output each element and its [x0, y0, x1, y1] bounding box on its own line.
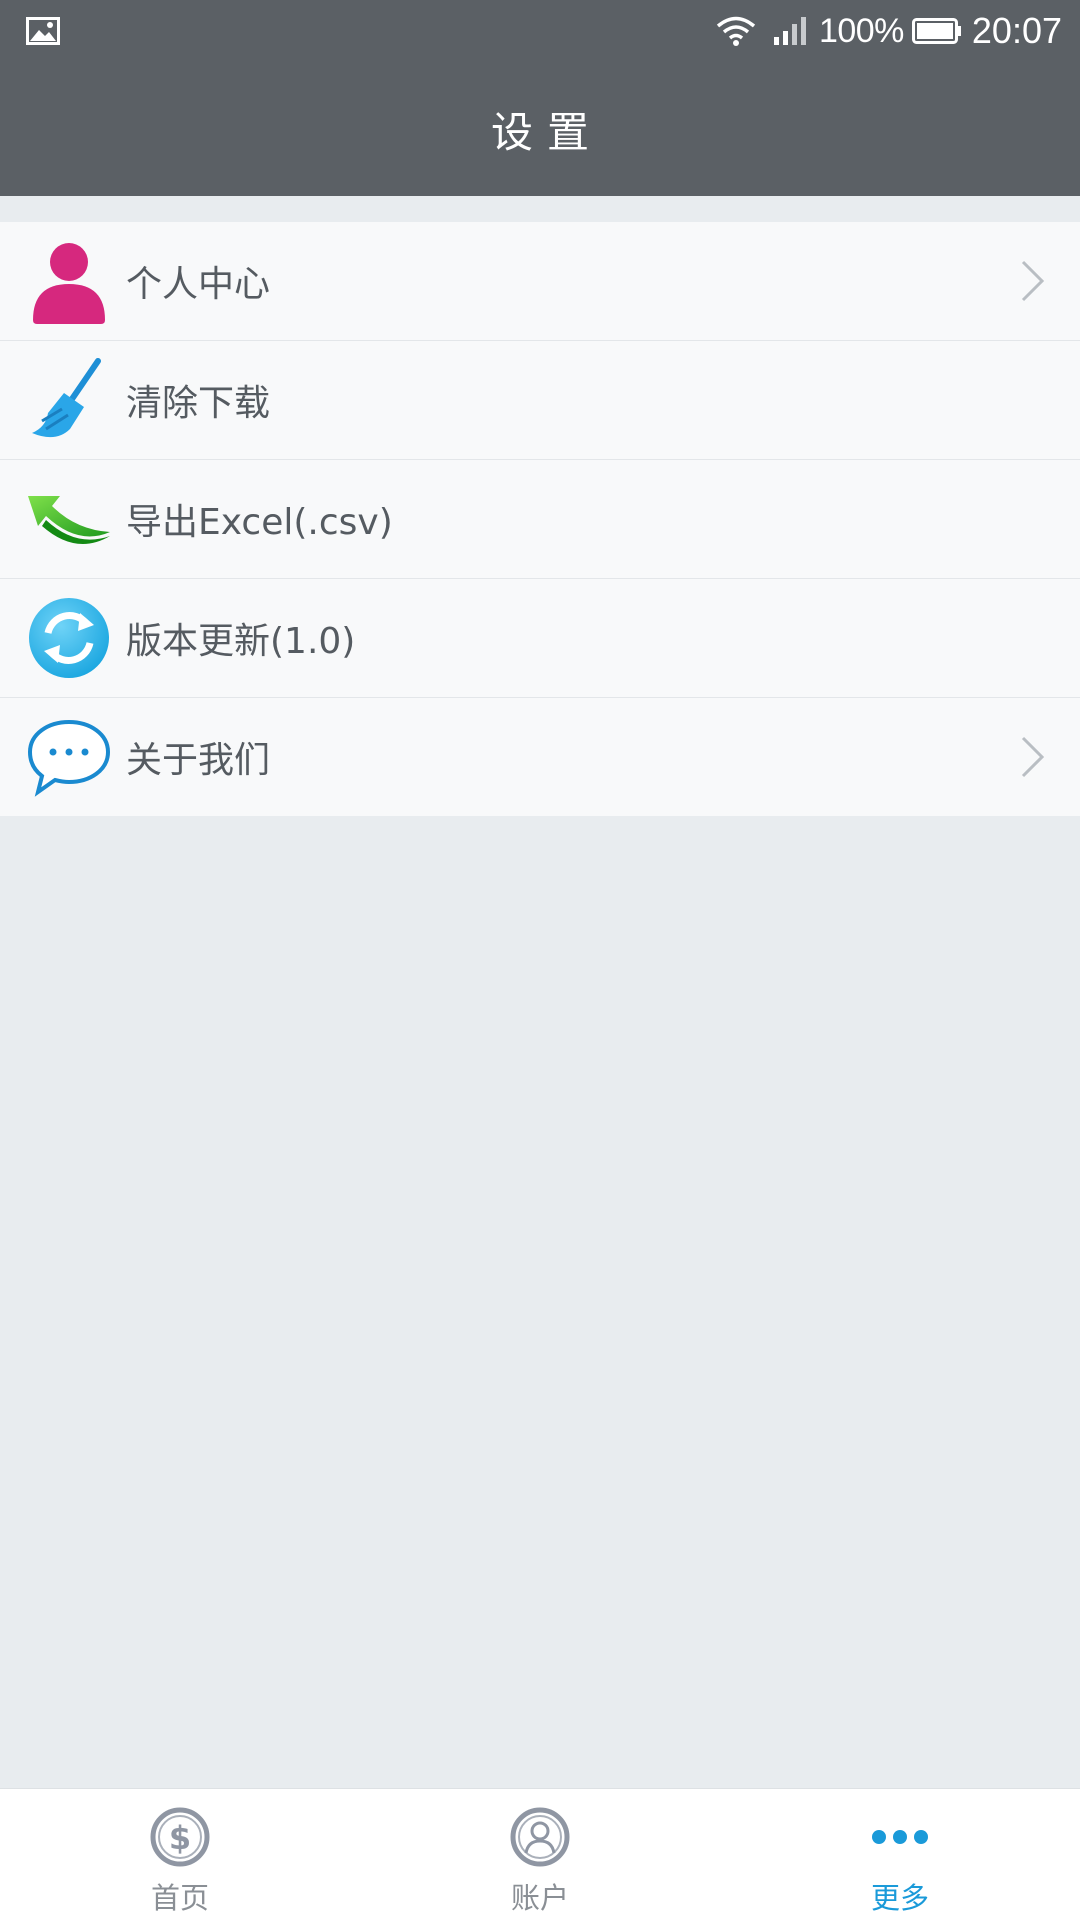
tab-label: 首页 — [150, 1881, 209, 1915]
chevron-right-icon — [1021, 736, 1045, 778]
signal-icon — [773, 17, 806, 45]
bottom-nav: $ 首页 账户 更多 — [0, 1788, 1080, 1921]
battery-icon — [911, 18, 961, 44]
refresh-icon — [26, 595, 112, 681]
status-bar: 100% 20:07 — [0, 0, 1080, 62]
settings-item-clear-downloads[interactable]: 清除下载 — [0, 341, 1080, 460]
settings-item-personal-center[interactable]: 个人中心 — [0, 222, 1080, 341]
account-user-icon — [510, 1807, 570, 1867]
battery-percent: 100% — [818, 11, 904, 50]
tab-label: 更多 — [870, 1881, 929, 1915]
tab-account[interactable]: 账户 — [360, 1789, 720, 1921]
settings-list: 个人中心 清除下载 导出Excel(.csv) 版本更新(1.0) 关于我们 — [0, 222, 1080, 816]
title-bar: 设置 — [0, 62, 1080, 196]
wifi-icon — [716, 16, 756, 46]
status-time: 20:07 — [971, 10, 1062, 51]
settings-item-export-excel[interactable]: 导出Excel(.csv) — [0, 460, 1080, 579]
settings-item-about-us[interactable]: 关于我们 — [0, 698, 1080, 816]
dollar-coin-icon: $ — [150, 1807, 210, 1867]
broom-icon — [26, 357, 112, 443]
more-dots-icon — [872, 1830, 928, 1844]
settings-item-version-update[interactable]: 版本更新(1.0) — [0, 579, 1080, 698]
tab-label: 账户 — [510, 1881, 569, 1915]
tab-home[interactable]: $ 首页 — [0, 1789, 360, 1921]
settings-item-label: 关于我们 — [126, 740, 271, 781]
svg-text:$: $ — [169, 1819, 191, 1857]
tab-more[interactable]: 更多 — [720, 1789, 1080, 1921]
chevron-right-icon — [1021, 260, 1045, 302]
page-title: 设置 — [490, 107, 603, 157]
settings-item-label: 清除下载 — [126, 383, 271, 424]
settings-item-label: 导出Excel(.csv) — [126, 502, 393, 543]
chat-bubble-icon — [26, 714, 112, 800]
gallery-notification-icon — [26, 17, 60, 45]
person-icon — [26, 238, 112, 324]
export-arrow-icon — [26, 476, 112, 562]
settings-item-label: 个人中心 — [126, 264, 271, 305]
settings-item-label: 版本更新(1.0) — [126, 621, 356, 662]
